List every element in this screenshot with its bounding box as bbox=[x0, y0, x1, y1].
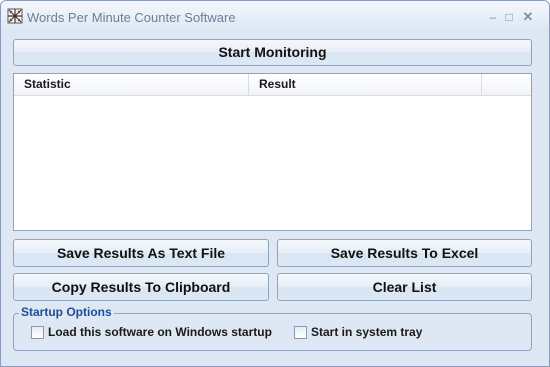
results-table[interactable]: Statistic Result bbox=[13, 73, 532, 231]
app-window: Words Per Minute Counter Software – □ ✕ … bbox=[0, 0, 550, 367]
save-excel-label: Save Results To Excel bbox=[330, 245, 479, 261]
start-monitoring-button[interactable]: Start Monitoring bbox=[13, 39, 532, 66]
load-on-startup-option[interactable]: Load this software on Windows startup bbox=[31, 324, 272, 340]
copy-clipboard-button[interactable]: Copy Results To Clipboard bbox=[13, 273, 269, 301]
save-excel-button[interactable]: Save Results To Excel bbox=[277, 239, 532, 267]
start-monitoring-label: Start Monitoring bbox=[218, 44, 327, 60]
copy-clipboard-label: Copy Results To Clipboard bbox=[51, 279, 231, 295]
wpm-app-icon[interactable] bbox=[7, 8, 23, 24]
start-in-tray-option[interactable]: Start in system tray bbox=[294, 324, 422, 340]
column-header-statistic[interactable]: Statistic bbox=[14, 74, 249, 95]
save-text-file-label: Save Results As Text File bbox=[56, 245, 226, 261]
startup-options-legend: Startup Options bbox=[19, 305, 114, 319]
title-bar[interactable]: Words Per Minute Counter Software – □ ✕ bbox=[1, 1, 549, 33]
clear-list-label: Clear List bbox=[372, 279, 437, 295]
close-icon[interactable]: ✕ bbox=[520, 9, 536, 25]
load-on-startup-checkbox[interactable] bbox=[31, 325, 44, 339]
window-title: Words Per Minute Counter Software bbox=[27, 10, 236, 25]
start-in-tray-checkbox[interactable] bbox=[294, 325, 307, 339]
save-text-file-button[interactable]: Save Results As Text File bbox=[13, 239, 269, 267]
maximize-icon[interactable]: □ bbox=[501, 9, 517, 25]
column-header-result[interactable]: Result bbox=[249, 74, 482, 95]
clear-list-button[interactable]: Clear List bbox=[277, 273, 532, 301]
start-in-tray-label: Start in system tray bbox=[311, 325, 423, 339]
load-on-startup-label: Load this software on Windows startup bbox=[48, 325, 272, 339]
table-header: Statistic Result bbox=[14, 74, 531, 96]
minimize-icon[interactable]: – bbox=[485, 9, 501, 25]
